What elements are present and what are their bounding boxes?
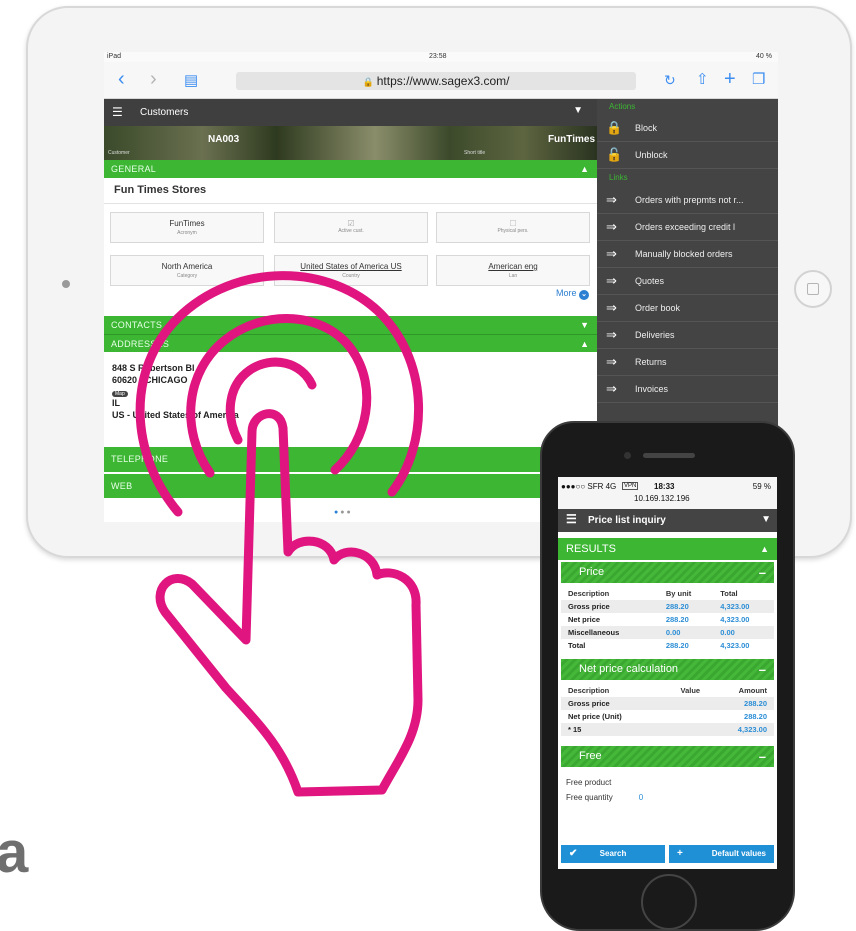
phone-action-buttons: ✔ Search + Default values — [561, 845, 774, 863]
free-product-label: Free product — [566, 778, 612, 787]
cell-value: 0.00 — [658, 626, 714, 639]
cell-value: 0.00 — [713, 626, 774, 639]
phone-screen: ●●●○○ SFR 4G VPN 18:33 59 % 10.169.132.1… — [558, 477, 777, 869]
chevron-down-icon[interactable]: ▼ — [761, 514, 771, 525]
price-section[interactable]: Price – — [561, 562, 774, 583]
net-price-section[interactable]: Net price calculation – — [561, 659, 774, 680]
net-price-table: Description Value Amount Gross price 288.20… — [561, 680, 774, 736]
table-row: Net price (Unit) 288.20 — [561, 710, 774, 723]
phone-time: 18:33 — [654, 482, 675, 491]
net-price-label: Net price calculation — [579, 663, 679, 675]
collapse-icon: – — [758, 662, 766, 677]
phone-device: ●●●○○ SFR 4G VPN 18:33 59 % 10.169.132.1… — [540, 421, 795, 931]
touch-ring-inner — [225, 357, 317, 445]
collapse-icon: – — [758, 565, 766, 580]
results-section[interactable]: RESULTS ▲ — [558, 538, 777, 560]
table-header: By unit — [665, 589, 692, 598]
cell-value: 4,323.00 — [720, 641, 750, 650]
phone-home-button[interactable] — [641, 874, 697, 930]
cell-value — [655, 710, 707, 723]
table-header: Description — [568, 686, 610, 695]
table-header: Value — [680, 686, 701, 695]
plus-icon: + — [677, 848, 683, 859]
table-header: Description — [568, 589, 610, 598]
chevron-up-icon: ▲ — [760, 544, 769, 554]
phone-carrier: ●●●○○ SFR 4G — [561, 482, 617, 491]
search-button[interactable]: ✔ Search — [561, 845, 665, 863]
search-button-label: Search — [599, 849, 627, 858]
phone-header: ☰ Price list inquiry ▼ — [558, 509, 777, 532]
phone-camera — [624, 452, 631, 459]
table-row: Gross price 288.20 4,323.00 — [561, 600, 774, 613]
phone-speaker — [643, 453, 695, 458]
cell-label: Gross price — [561, 697, 656, 710]
phone-ip: 10.169.132.196 — [634, 494, 690, 503]
table-row: Miscellaneous 0.00 0.00 — [561, 626, 774, 639]
vpn-badge: VPN — [622, 482, 639, 490]
free-quantity-value: 0 — [638, 793, 644, 802]
collapse-icon: – — [758, 749, 766, 764]
table-row: Net price 288.20 4,323.00 — [561, 613, 774, 626]
menu-icon[interactable]: ☰ — [566, 513, 577, 525]
check-icon: ✔ — [569, 848, 578, 859]
table-row: Gross price 288.20 — [561, 697, 774, 710]
free-section[interactable]: Free – — [561, 746, 774, 767]
phone-title: Price list inquiry — [588, 515, 666, 526]
cell-value: 288.20 — [744, 712, 767, 721]
cell-label: * 15 — [561, 723, 656, 736]
cell-value — [655, 697, 708, 710]
cell-value: 288.20 — [665, 615, 689, 624]
table-row: Total 288.20 4,323.00 — [561, 639, 774, 652]
cell-value — [655, 723, 708, 736]
cell-label: Total — [568, 641, 586, 650]
caption-letter: a — [0, 820, 29, 885]
cell-label: Gross price — [561, 600, 659, 613]
default-values-button[interactable]: + Default values — [669, 845, 774, 863]
table-header: Amount — [738, 686, 767, 695]
cell-value: 288.20 — [665, 641, 689, 650]
phone-battery: 59 % — [752, 482, 771, 491]
free-product-row: Free product — [558, 775, 777, 790]
phone-status-bar: ●●●○○ SFR 4G VPN 18:33 59 % 10.169.132.1… — [558, 477, 777, 509]
results-label: RESULTS — [566, 543, 616, 555]
hand-outline — [155, 409, 423, 797]
cell-label: Miscellaneous — [561, 626, 659, 639]
free-label: Free — [579, 750, 602, 762]
table-row: * 15 4,323.00 — [561, 723, 774, 736]
price-label: Price — [579, 566, 605, 578]
cell-label: Net price — [568, 615, 601, 624]
cell-value: 4,323.00 — [707, 723, 774, 736]
cell-label: Net price (Unit) — [568, 712, 622, 721]
touch-ring-outer — [135, 271, 424, 517]
cell-value: 4,323.00 — [720, 615, 750, 624]
cell-value: 4,323.00 — [713, 600, 774, 613]
free-quantity-label: Free quantity — [566, 793, 613, 802]
price-table: Description By unit Total Gross price 288.2… — [561, 583, 774, 652]
free-quantity-row: Free quantity 0 — [558, 790, 777, 805]
default-values-button-label: Default values — [711, 849, 766, 858]
cell-value: 288.20 — [707, 697, 774, 710]
touch-ring-middle — [186, 314, 372, 478]
table-header: Total — [720, 589, 738, 598]
cell-value: 288.20 — [658, 600, 714, 613]
